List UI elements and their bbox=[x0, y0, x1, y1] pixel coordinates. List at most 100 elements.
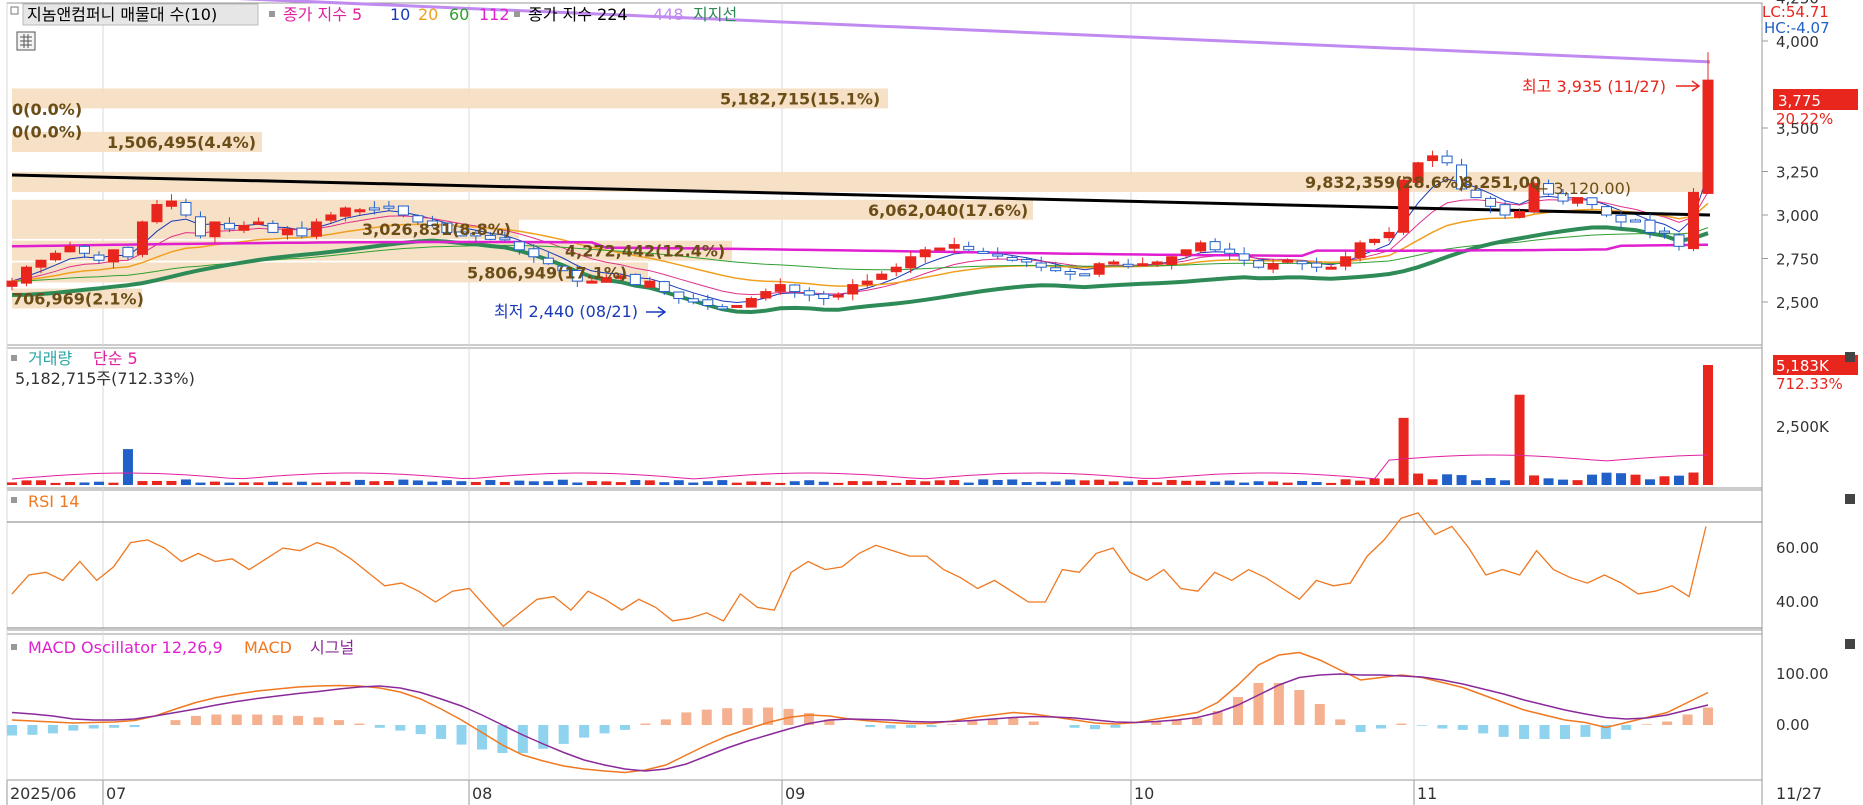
volume-close-icon[interactable] bbox=[1845, 352, 1855, 362]
candle-body bbox=[1325, 266, 1337, 270]
volume-bar bbox=[1123, 481, 1134, 485]
macd-legend-signal: 시그널 bbox=[310, 638, 354, 657]
oscillator-bar bbox=[1089, 725, 1100, 730]
profile-label: 0(0.0%) bbox=[12, 100, 82, 119]
volume-bar bbox=[79, 482, 90, 485]
volume-bar bbox=[1427, 479, 1438, 485]
volume-bar bbox=[1036, 481, 1047, 485]
oscillator-bar bbox=[660, 719, 671, 725]
candle-body bbox=[992, 253, 1004, 257]
volume-bar bbox=[1558, 479, 1569, 485]
volume-bar bbox=[934, 480, 945, 485]
candle-body bbox=[1514, 211, 1526, 218]
volume-bar bbox=[369, 481, 380, 485]
candle-body bbox=[832, 294, 844, 298]
oscillator-bar bbox=[1621, 725, 1632, 730]
volume-bar bbox=[1688, 472, 1699, 485]
oscillator-bar bbox=[701, 709, 712, 725]
price-tick-label: 2,750 bbox=[1776, 251, 1819, 269]
candle-body bbox=[1383, 231, 1395, 239]
candle-body bbox=[1485, 197, 1497, 207]
oscillator-bar bbox=[1416, 725, 1427, 726]
oscillator-bar bbox=[1478, 725, 1489, 734]
candle-body bbox=[1673, 234, 1685, 247]
volume-bar bbox=[1587, 474, 1598, 485]
oscillator-bar bbox=[599, 725, 610, 734]
oscillator-bar bbox=[374, 725, 385, 728]
stock-chart[interactable]: 5,182,715(15.1%) 0(0.0%) 0(0.0%) 1,506,495(… bbox=[0, 0, 1863, 805]
oscillator-bar bbox=[1682, 714, 1693, 725]
volume-bar bbox=[282, 482, 293, 485]
candle-body bbox=[789, 284, 801, 293]
rsi-close-icon[interactable] bbox=[1845, 494, 1855, 504]
profile-label: 1,506,495(4.4%) bbox=[107, 133, 256, 152]
candle-body bbox=[1369, 238, 1381, 243]
oscillator-bar bbox=[68, 725, 79, 731]
volume-bar bbox=[35, 480, 46, 485]
volume-bar bbox=[485, 480, 496, 485]
profile-label: 6,062,040(17.6%) bbox=[868, 201, 1028, 220]
profile-label: 5,182,715(15.1%) bbox=[720, 89, 880, 108]
chart-background bbox=[0, 0, 1863, 805]
volume-bar bbox=[1224, 480, 1235, 485]
candle-body bbox=[209, 221, 221, 238]
candle-body bbox=[49, 252, 61, 261]
volume-bar bbox=[1601, 472, 1612, 485]
volume-bar bbox=[1268, 481, 1279, 485]
oscillator-bar bbox=[436, 725, 447, 739]
volume-bar bbox=[1456, 475, 1467, 485]
volume-legend-ma: 단순 5 bbox=[93, 349, 138, 368]
oscillator-bar bbox=[1457, 725, 1468, 730]
support-arrow-note: ← 3,120.00) bbox=[1535, 179, 1631, 198]
candle-body bbox=[528, 248, 540, 258]
volume-bar bbox=[586, 481, 597, 485]
x-axis-label: 2025/06 bbox=[10, 784, 76, 803]
x-axis-label: 08 bbox=[472, 784, 492, 803]
volume-bar bbox=[992, 479, 1003, 485]
volume-last-text: 5,182,715주(712.33%) bbox=[15, 369, 195, 388]
oscillator-bar bbox=[558, 725, 569, 744]
volume-axis-tick: 2,500K bbox=[1776, 418, 1830, 436]
legend-ma5: 종가 지수 5 bbox=[283, 5, 362, 24]
volume-bar bbox=[253, 482, 264, 485]
macd-legend-marker bbox=[11, 644, 17, 650]
volume-bar bbox=[1195, 480, 1206, 485]
oscillator-bar bbox=[1273, 683, 1284, 725]
volume-bar bbox=[267, 481, 278, 485]
rsi-legend: RSI 14 bbox=[28, 492, 79, 511]
legend-ma60: 60 bbox=[449, 5, 469, 24]
oscillator-bar bbox=[415, 725, 426, 735]
x-axis-end-label: 11/27 bbox=[1776, 784, 1822, 803]
volume-bar bbox=[238, 482, 249, 485]
oscillator-bar bbox=[1376, 725, 1387, 729]
macd-close-icon[interactable] bbox=[1845, 639, 1855, 649]
candle-body bbox=[383, 205, 395, 209]
volume-bar bbox=[1239, 482, 1250, 485]
candle-body bbox=[876, 273, 888, 280]
candle-body bbox=[165, 200, 177, 207]
candle-body bbox=[35, 259, 47, 268]
candle-body bbox=[919, 249, 931, 258]
volume-bar bbox=[1021, 482, 1032, 485]
volume-bar bbox=[760, 481, 771, 485]
candle-body bbox=[1224, 248, 1236, 254]
candle-body bbox=[1079, 273, 1091, 277]
legend-checkbox[interactable] bbox=[10, 6, 19, 15]
oscillator-bar bbox=[211, 714, 222, 725]
volume-bar bbox=[311, 482, 322, 485]
candle-body bbox=[1050, 267, 1062, 272]
candle-body bbox=[1296, 260, 1308, 265]
candle-body bbox=[281, 228, 293, 236]
legend-ma-marker bbox=[269, 11, 275, 17]
candle-body bbox=[1572, 197, 1584, 204]
candle-body bbox=[252, 221, 264, 225]
volume-bar bbox=[659, 482, 670, 485]
oscillator-bar bbox=[1008, 718, 1019, 725]
volume-bar bbox=[891, 482, 902, 485]
candle-body bbox=[1209, 241, 1221, 251]
oscillator-bar bbox=[27, 725, 38, 735]
x-axis-label: 09 bbox=[785, 784, 805, 803]
volume-bar bbox=[296, 481, 307, 485]
oscillator-bar bbox=[1437, 725, 1448, 729]
volume-bar bbox=[876, 480, 887, 485]
